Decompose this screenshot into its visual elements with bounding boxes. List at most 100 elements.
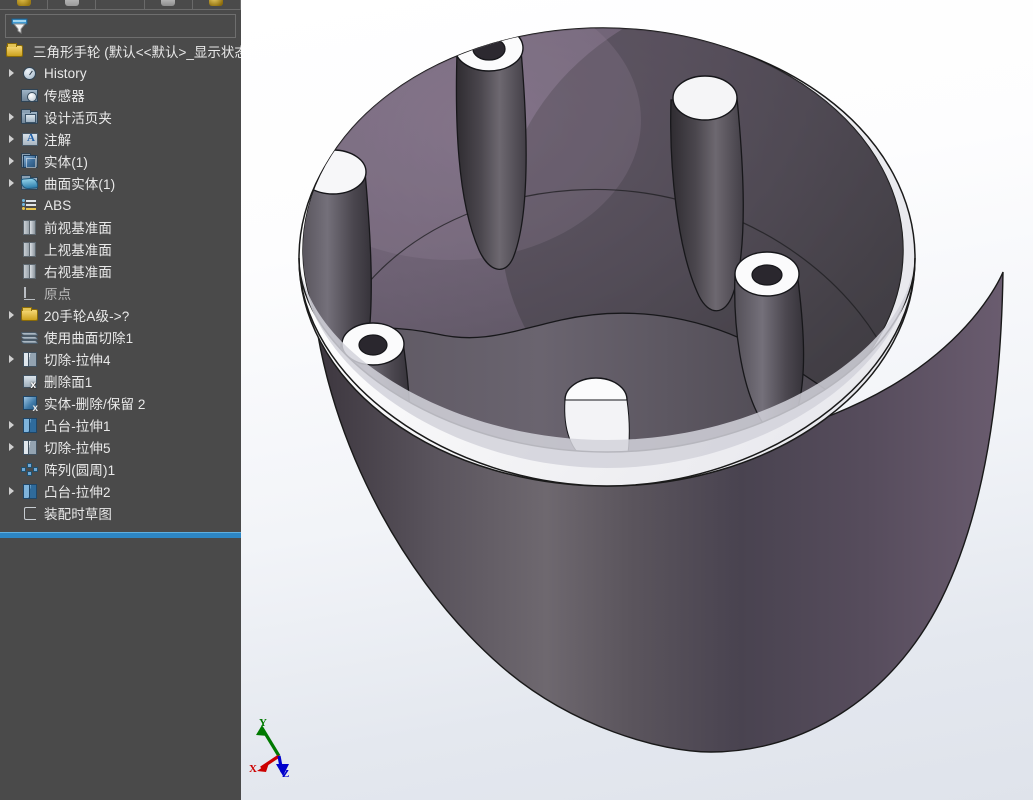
expand-arrow-placeholder bbox=[6, 502, 19, 524]
expand-arrow-placeholder bbox=[6, 282, 19, 304]
tree-item-label: 装配时草图 bbox=[44, 507, 112, 522]
tree-root-item[interactable]: 三角形手轮 (默认<<默认>_显示状态 1 bbox=[0, 40, 241, 61]
tree-item[interactable]: 凸台-拉伸2 bbox=[0, 480, 241, 502]
tree-item-label: 凸台-拉伸2 bbox=[44, 485, 111, 500]
circular-pattern-icon bbox=[19, 459, 41, 479]
tree-item[interactable]: 上视基准面 bbox=[0, 238, 241, 260]
tree-item-label: 使用曲面切除1 bbox=[44, 331, 134, 346]
expand-arrow-icon[interactable] bbox=[6, 304, 19, 326]
sketch-icon bbox=[19, 503, 41, 523]
tree-item-label: ABS bbox=[44, 197, 72, 213]
material-icon bbox=[19, 195, 41, 215]
tree-item[interactable]: 实体(1) bbox=[0, 150, 241, 172]
tree-item[interactable]: 传感器 bbox=[0, 84, 241, 106]
expand-arrow-icon[interactable] bbox=[6, 150, 19, 172]
solid-bodies-icon bbox=[19, 151, 41, 171]
design-binder-icon bbox=[19, 107, 41, 127]
svg-text:Y: Y bbox=[259, 717, 267, 729]
display-manager-tab[interactable] bbox=[192, 0, 241, 9]
annotations-icon bbox=[19, 129, 41, 149]
tree-item[interactable]: 切除-拉伸4 bbox=[0, 348, 241, 370]
tree-item-label: 切除-拉伸4 bbox=[44, 353, 111, 368]
expand-arrow-icon[interactable] bbox=[6, 436, 19, 458]
expand-arrow-placeholder bbox=[6, 326, 19, 348]
pin-icon bbox=[161, 0, 176, 6]
manager-tab-strip bbox=[0, 0, 241, 10]
tree-item-label: 原点 bbox=[44, 287, 72, 302]
tree-item[interactable]: ABS bbox=[0, 194, 241, 216]
expand-arrow-icon[interactable] bbox=[6, 348, 19, 370]
expand-arrow-icon[interactable] bbox=[6, 128, 19, 150]
expand-arrow-placeholder bbox=[6, 370, 19, 392]
filter-input[interactable] bbox=[31, 16, 235, 36]
extruded-cut-icon bbox=[19, 437, 41, 457]
tree-item[interactable]: 阵列(圆周)1 bbox=[0, 458, 241, 480]
tree-item[interactable]: 装配时草图 bbox=[0, 502, 241, 524]
extruded-boss-icon bbox=[19, 415, 41, 435]
tree-item[interactable]: 设计活页夹 bbox=[0, 106, 241, 128]
tree-item[interactable]: 20手轮A级->? bbox=[0, 304, 241, 326]
expand-arrow-icon[interactable] bbox=[6, 106, 19, 128]
solidworks-window: 三角形手轮 (默认<<默认>_显示状态 1 History 传感器设计活页夹注解实… bbox=[0, 0, 1033, 800]
tree-item-label: 切除-拉伸5 bbox=[44, 441, 111, 456]
svg-text:Z: Z bbox=[282, 768, 289, 778]
property-manager-tab[interactable] bbox=[48, 0, 97, 9]
tree-item[interactable]: History bbox=[0, 62, 241, 84]
expand-arrow-icon[interactable] bbox=[6, 414, 19, 436]
plane-icon bbox=[19, 217, 41, 237]
dots-icon bbox=[113, 0, 127, 6]
plane-icon bbox=[19, 261, 41, 281]
filter-funnel-icon bbox=[9, 16, 31, 36]
expand-arrow-icon[interactable] bbox=[6, 172, 19, 194]
sensor-icon bbox=[19, 85, 41, 105]
tree-item[interactable]: 实体-删除/保留 2 bbox=[0, 392, 241, 414]
expand-arrow-placeholder bbox=[6, 194, 19, 216]
tree-item[interactable]: 切除-拉伸5 bbox=[0, 436, 241, 458]
gold-cube-icon bbox=[16, 0, 31, 6]
expand-arrow-placeholder bbox=[6, 392, 19, 414]
tree-item-label: 传感器 bbox=[44, 89, 85, 104]
tree-item[interactable]: 原点 bbox=[0, 282, 241, 304]
tree-item-label: 曲面实体(1) bbox=[44, 177, 116, 192]
tree-item[interactable]: 注解 bbox=[0, 128, 241, 150]
graphics-viewport[interactable]: Y X Z bbox=[241, 0, 1033, 800]
tree-item-label: 右视基准面 bbox=[44, 265, 112, 280]
expand-arrow-icon[interactable] bbox=[6, 62, 19, 84]
tree-item[interactable]: 删除面1 bbox=[0, 370, 241, 392]
tree-item-label: 设计活页夹 bbox=[44, 111, 112, 126]
rollback-bar[interactable] bbox=[0, 532, 241, 538]
tree-item[interactable]: 前视基准面 bbox=[0, 216, 241, 238]
extruded-boss-icon bbox=[19, 481, 41, 501]
feature-manager-tab[interactable] bbox=[0, 0, 49, 9]
gold-folder-icon bbox=[19, 305, 41, 325]
cut-with-surface-icon bbox=[19, 327, 41, 347]
tree-item[interactable]: 右视基准面 bbox=[0, 260, 241, 282]
tree-item[interactable]: 曲面实体(1) bbox=[0, 172, 241, 194]
model-render bbox=[298, 27, 1004, 753]
expand-arrow-icon[interactable] bbox=[6, 480, 19, 502]
feature-manager-panel: 三角形手轮 (默认<<默认>_显示状态 1 History 传感器设计活页夹注解实… bbox=[0, 0, 241, 800]
dimxpert-manager-tab[interactable] bbox=[144, 0, 193, 9]
feature-tree: History 传感器设计活页夹注解实体(1) 曲面实体(1) ABS 前视基准面上视基… bbox=[0, 61, 241, 524]
tree-item[interactable]: 使用曲面切除1 bbox=[0, 326, 241, 348]
globe-icon bbox=[209, 0, 224, 6]
plane-icon bbox=[19, 239, 41, 259]
bar-icon bbox=[64, 0, 79, 6]
tree-item-label: 上视基准面 bbox=[44, 243, 112, 258]
tree-item-label: 凸台-拉伸1 bbox=[44, 419, 111, 434]
expand-arrow-placeholder bbox=[6, 238, 19, 260]
expand-arrow-placeholder bbox=[6, 260, 19, 282]
tree-item-label: 删除面1 bbox=[44, 375, 93, 390]
tree-item-label: History bbox=[44, 65, 87, 81]
filter-bar[interactable] bbox=[5, 14, 236, 38]
gold-folder-icon bbox=[4, 41, 26, 61]
svg-text:X: X bbox=[249, 763, 257, 775]
expand-arrow-placeholder bbox=[6, 216, 19, 238]
delete-keep-body-icon bbox=[19, 393, 41, 414]
tree-item[interactable]: 凸台-拉伸1 bbox=[0, 414, 241, 436]
extruded-cut-icon bbox=[19, 349, 41, 369]
configuration-manager-tab[interactable] bbox=[96, 0, 145, 9]
origin-icon bbox=[19, 283, 41, 303]
tree-item-label: 实体-删除/保留 2 bbox=[44, 397, 146, 412]
tree-item-label: 20手轮A级->? bbox=[44, 309, 130, 324]
